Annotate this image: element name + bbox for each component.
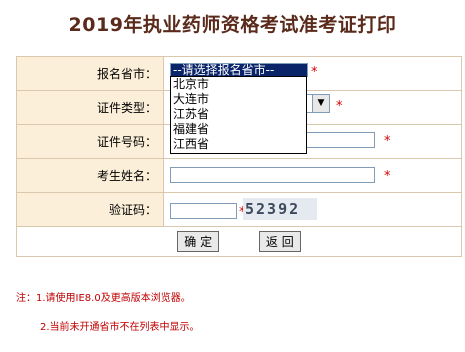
name-label: 考生姓名： [16,158,164,193]
back-button[interactable]: 返 回 [258,231,301,252]
province-option[interactable]: 大连市 [171,92,306,107]
name-cell: * [163,158,462,193]
chevron-down-icon[interactable]: ▼ [312,95,329,112]
required-mark: * [336,99,343,114]
captcha-cell: * 52392 [163,192,462,227]
name-input[interactable] [170,167,375,183]
captcha-label: 验证码： [16,192,164,227]
province-cell: --请选择报名省市-- 北京市 大连市 江苏省 福建省 江西省 * [163,56,462,154]
required-mark: * [384,134,391,149]
province-option[interactable]: 江西省 [171,137,306,152]
captcha-image[interactable]: 52392 [243,198,317,220]
id-number-label: 证件号码： [16,124,164,159]
captcha-input[interactable] [170,203,237,219]
required-mark: * [311,65,318,80]
note-line-1: 注：1.请使用IE8.0及更高版本浏览器。 [16,293,191,304]
province-dropdown[interactable]: 北京市 大连市 江苏省 福建省 江西省 [170,76,307,154]
button-row: 确 定 返 回 [16,226,462,257]
confirm-button[interactable]: 确 定 [177,231,220,252]
page-title: 2019年执业药师资格考试准考证打印 [68,14,397,36]
id-type-label: 证件类型： [16,90,164,125]
province-select[interactable]: --请选择报名省市-- [170,63,308,77]
note-line-2: 2.当前未开通省市不在列表中显示。 [40,322,200,333]
province-option[interactable]: 北京市 [171,77,306,92]
admission-form: 报名省市： --请选择报名省市-- 北京市 大连市 江苏省 福建省 江西省 * … [16,56,462,257]
province-label: 报名省市： [16,56,164,91]
province-option[interactable]: 江苏省 [171,107,306,122]
province-option[interactable]: 福建省 [171,122,306,137]
required-mark: * [384,169,391,184]
